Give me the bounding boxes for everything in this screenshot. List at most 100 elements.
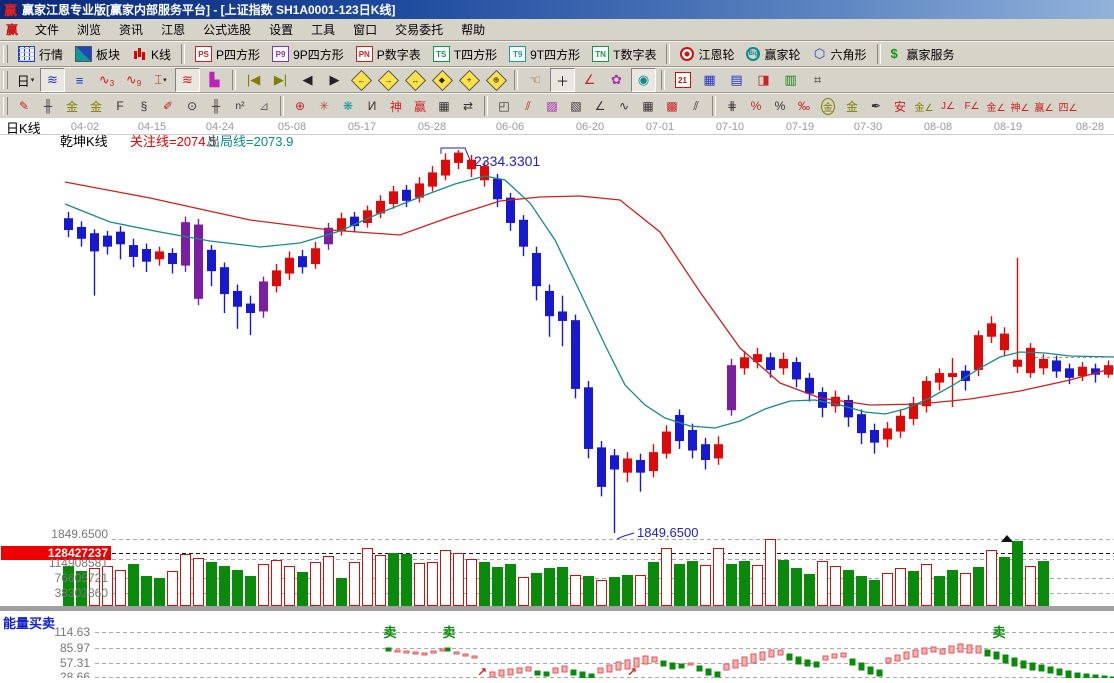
toolbar-grip[interactable] <box>3 71 8 89</box>
save-button[interactable]: ◨ <box>751 68 776 92</box>
grid-lines-button[interactable]: ╫ <box>36 94 60 118</box>
draw-pen-button[interactable]: ✎ <box>12 94 36 118</box>
shen-angle-button[interactable]: 神∠ <box>1008 94 1032 118</box>
span-arrows-button[interactable]: ⇄ <box>456 94 480 118</box>
shen-grid-button[interactable]: 神 <box>384 94 408 118</box>
win-angle-button[interactable]: 赢∠ <box>1032 94 1056 118</box>
spiral-button[interactable]: § <box>132 94 156 118</box>
num-grid-button[interactable]: ▦ <box>432 94 456 118</box>
title-bar[interactable]: 赢 赢家江恩专业版[赢家内部服务平台] - [上证指数 SH1A0001-123… <box>0 0 1114 19</box>
four-angle-button[interactable]: 四∠ <box>1056 94 1080 118</box>
diamond-center-button[interactable]: ◆ <box>430 68 455 92</box>
pct-slash-button[interactable]: % <box>744 94 768 118</box>
next-button[interactable]: ▶ <box>322 68 347 92</box>
color-histogram-button[interactable]: ▙ <box>202 68 227 92</box>
grid-b-button[interactable]: ▩ <box>660 94 684 118</box>
menu-item-8[interactable]: 交易委托 <box>386 21 452 38</box>
winner-service-button[interactable]: $赢家服务 <box>885 44 961 65</box>
menu-item-1[interactable]: 浏览 <box>68 21 110 38</box>
kn-button[interactable]: И <box>360 94 384 118</box>
angle-flag-button[interactable]: ⊿ <box>252 94 276 118</box>
calendar-button[interactable]: 21 <box>670 68 695 92</box>
gold-line-button[interactable]: 金 <box>840 94 864 118</box>
calculator-button[interactable]: ▦ <box>697 68 722 92</box>
menu-item-5[interactable]: 设置 <box>260 21 302 38</box>
kline-button[interactable]: K线 <box>126 44 177 65</box>
pen2-button[interactable]: ✒ <box>864 94 888 118</box>
win-grid-button[interactable]: 赢 <box>408 94 432 118</box>
hexagon-button[interactable]: ⬡六角形 <box>807 44 873 65</box>
n2-button[interactable]: n² <box>228 94 252 118</box>
web-button[interactable]: ❋ <box>336 94 360 118</box>
diamond-right-button[interactable]: → <box>376 68 401 92</box>
info-panel-button[interactable]: ≡ <box>67 68 92 92</box>
p9-square-button[interactable]: P99P四方形 <box>266 44 350 65</box>
diamond-plus-button[interactable]: + <box>457 68 482 92</box>
winner-wheel-button[interactable]: Big赢家轮 <box>740 44 806 65</box>
gold-grid2-button[interactable]: 金 <box>84 94 108 118</box>
t-square-button[interactable]: TST四方形 <box>427 44 503 65</box>
menu-item-4[interactable]: 公式选股 <box>194 21 260 38</box>
remote-button[interactable]: ⌗ <box>805 68 830 92</box>
menu-item-7[interactable]: 窗口 <box>344 21 386 38</box>
diamond-cross-button[interactable]: ⊕ <box>484 68 509 92</box>
f-angle-button[interactable]: F∠ <box>960 94 984 118</box>
kline-chart[interactable]: 04-0204-1504-2405-0805-1705-2806-0606-20… <box>0 118 1114 678</box>
gold-angle-button[interactable]: 金∠ <box>912 94 936 118</box>
menu-item-6[interactable]: 工具 <box>302 21 344 38</box>
brain-tool-button[interactable]: ◉ <box>631 68 656 92</box>
menu-item-2[interactable]: 资讯 <box>110 21 152 38</box>
t-number-button[interactable]: TNT数字表 <box>586 44 662 65</box>
permille-button[interactable]: ‰ <box>792 94 816 118</box>
trend-angle-button[interactable]: ∠ <box>588 94 612 118</box>
f-grid-button[interactable]: F <box>108 94 132 118</box>
menu-item-9[interactable]: 帮助 <box>452 21 494 38</box>
ratio-button[interactable]: ⋕ <box>720 94 744 118</box>
grid-a-button[interactable]: ▦ <box>636 94 660 118</box>
gold-grid1-button[interactable]: 金 <box>60 94 84 118</box>
red-pattern-button[interactable]: ≋ <box>175 68 200 92</box>
candle-style-dropdown[interactable]: ⌶▾ <box>148 68 173 92</box>
gold-circle-button[interactable]: 金 <box>816 94 840 118</box>
quotes-button[interactable]: 行情 <box>12 44 69 65</box>
parallel-button[interactable]: ⫽ <box>684 94 708 118</box>
circle-cycle-button[interactable]: ⊙ <box>180 94 204 118</box>
an-button[interactable]: 安 <box>888 94 912 118</box>
chart-area[interactable]: 04-0204-1504-2405-0805-1705-2806-0606-20… <box>0 118 1114 678</box>
crosshair-tool-button[interactable]: ＋ <box>550 68 575 92</box>
pattern-b-button[interactable]: ▧ <box>564 94 588 118</box>
pct-button[interactable]: % <box>768 94 792 118</box>
tick-lines-button[interactable]: ╫ <box>204 94 228 118</box>
sectors-button[interactable]: 板块 <box>69 44 126 65</box>
toolbar-grip[interactable] <box>3 97 8 115</box>
gann-wheel-button[interactable]: 江恩轮 <box>674 44 740 65</box>
angle-tool-button[interactable]: ∠ <box>577 68 602 92</box>
export-button[interactable]: ▥ <box>778 68 803 92</box>
diamond-left-button[interactable]: ← <box>349 68 374 92</box>
hand-tool-button[interactable]: ☜ <box>523 68 548 92</box>
qiankun-pattern-button[interactable]: ≋ <box>40 68 65 92</box>
menu-logo-icon[interactable]: 赢 <box>0 21 26 38</box>
p-number-button[interactable]: PNP数字表 <box>350 44 427 65</box>
box-tool-button[interactable]: ◰ <box>492 94 516 118</box>
menu-item-3[interactable]: 江恩 <box>152 21 194 38</box>
gann-circle-button[interactable]: ⊕ <box>288 94 312 118</box>
flower-tool-button[interactable]: ✿ <box>604 68 629 92</box>
notes-button[interactable]: ▤ <box>724 68 749 92</box>
toolbar-grip[interactable] <box>3 45 8 63</box>
first-page-button[interactable]: |◀ <box>241 68 266 92</box>
wave9-button[interactable]: ∿9 <box>121 68 146 92</box>
t9-square-button[interactable]: T99T四方形 <box>503 44 586 65</box>
prev-button[interactable]: ◀ <box>295 68 320 92</box>
pattern-a-button[interactable]: ▨ <box>540 94 564 118</box>
diamond-lr-button[interactable]: ↔ <box>403 68 428 92</box>
brush-button[interactable]: ✐ <box>156 94 180 118</box>
period-day-dropdown[interactable]: 日▾ <box>13 68 38 92</box>
zigzag-button[interactable]: ∿ <box>612 94 636 118</box>
p-square-button[interactable]: PSP四方形 <box>189 44 266 65</box>
last-page-button[interactable]: ▶| <box>268 68 293 92</box>
star-rays-button[interactable]: ✳ <box>312 94 336 118</box>
j-angle-button[interactable]: J∠ <box>936 94 960 118</box>
fan-rays-button[interactable]: ⫽ <box>516 94 540 118</box>
gold2-angle-button[interactable]: 金∠ <box>984 94 1008 118</box>
